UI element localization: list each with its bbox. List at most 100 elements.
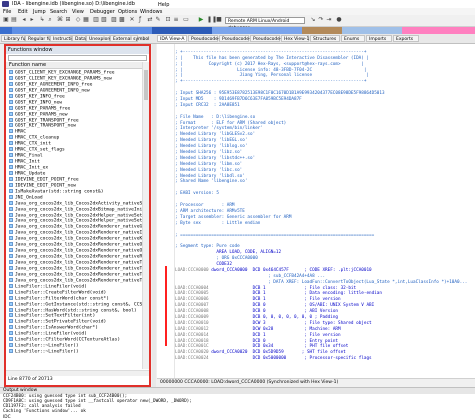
function-name: Java_org_cocos2dx_lib_Cocos2dxRenderer_n… — [15, 248, 142, 254]
menu-help[interactable]: Help — [158, 2, 169, 8]
function-icon — [9, 159, 13, 164]
functions-filter-input[interactable] — [8, 55, 147, 61]
line-text: ; Needed Library 'libc.so' — [175, 167, 243, 173]
breakpoint-icon[interactable]: ● — [336, 17, 342, 23]
function-name-column-header[interactable]: Function name — [6, 62, 142, 69]
tab-enums[interactable]: Enums — [341, 35, 365, 42]
nav-seg-data — [302, 27, 342, 34]
tab-exports[interactable]: Exports — [393, 35, 419, 42]
forward-icon[interactable]: ▸ — [29, 17, 35, 23]
functions-list[interactable]: GOST_CLIENT_KEY_EXCHANGE_PARAMS_free GOST… — [6, 70, 142, 370]
open-icon[interactable]: ▣ — [3, 17, 9, 23]
segments-icon[interactable]: ▭ — [183, 17, 189, 23]
line-text: ; +-------------------------------------… — [175, 49, 367, 55]
graph-icon[interactable]: ◇ — [75, 17, 81, 23]
function-icon — [9, 129, 13, 134]
disassembly-listing[interactable]: ; +-------------------------------------… — [175, 44, 471, 379]
line-text: DCW 3 ; File type: Shared object — [211, 320, 372, 326]
step-over-icon[interactable]: ↷ — [318, 17, 324, 23]
tab-imports[interactable]: Imports — [366, 35, 392, 42]
data-icon[interactable]: ▥ — [93, 17, 99, 23]
names-icon[interactable]: ≡ — [173, 17, 179, 23]
function-name: HMAC_CTX_init — [15, 141, 51, 147]
enum-icon[interactable]: ▩ — [119, 17, 125, 23]
tab-pseudocode-a[interactable]: Pseudocode-A — [219, 35, 254, 42]
xref-icon[interactable]: ⇄ — [147, 17, 153, 23]
binary-search-icon[interactable]: ⊞ — [65, 17, 71, 23]
undefine-icon[interactable]: ✕ — [129, 17, 135, 23]
nav-seg-regular-function — [12, 27, 152, 34]
function-name: HMAC_CTX_cleanup — [15, 135, 60, 141]
function-icon — [9, 188, 13, 193]
legend-external-symbol: External symbol — [110, 35, 149, 42]
step-into-icon[interactable]: ↘ — [310, 17, 316, 23]
line-text: ; | This file has been generated by The … — [175, 55, 370, 61]
string-icon[interactable]: ▧ — [101, 17, 107, 23]
function-name: Java_org_cocos2dx_lib_Cocos2dxRenderer_n… — [15, 266, 142, 272]
pause-process-icon[interactable]: ❚❚ — [207, 17, 217, 23]
tab-pseudocode-b[interactable]: Pseudocode-B — [188, 35, 223, 42]
function-name: LineFiler::IsAnswerWord(char*) — [15, 325, 98, 331]
navigation-band[interactable] — [0, 27, 475, 34]
line-text: ; Byte sex : Little endian — [175, 220, 261, 226]
function-list-item[interactable]: LineFiler::~LineFiler() — [6, 349, 142, 355]
function-icon[interactable]: ƒ — [137, 17, 143, 23]
line-address: LOAD:CCCA0006 — [175, 297, 209, 303]
line-text: DCD 0 ; Entry point — [211, 338, 338, 344]
tab-ida-view-a[interactable]: IDA View-A — [157, 35, 187, 42]
function-name: LineFiler::~LineFiler() — [15, 343, 79, 349]
function-icon — [9, 176, 13, 181]
line-text: ; ORG 0xCCCA0000 — [175, 256, 258, 262]
tab-structures[interactable]: Structures — [310, 35, 340, 42]
functions-horizontal-scrollbar[interactable] — [6, 370, 149, 376]
hex-icon[interactable]: ⊡ — [165, 17, 171, 23]
function-name: LineFiler::LineFiler(void) — [15, 331, 87, 337]
code-icon[interactable]: ▦ — [83, 17, 89, 23]
functions-scroll-thumb[interactable] — [144, 70, 148, 100]
line-text: ; File Name : D:\libengine.so — [175, 114, 256, 120]
line-text: ; | Copyright (c) 2017 Hex-Rays, <suppor… — [175, 61, 364, 67]
text-search-icon[interactable]: ⌘ — [57, 17, 63, 23]
function-name: LineFiler::CreateFilterWord(void) — [15, 290, 107, 296]
line-text: ; Processor : ARM — [175, 203, 235, 209]
functions-window: Functions window Function name GOST_CLIE… — [4, 44, 151, 387]
function-icon — [9, 254, 13, 259]
function-name: LineFiler::FilterWord(char const*) — [15, 296, 110, 302]
function-icon — [9, 87, 13, 92]
function-name: LineFiler::HasWord(std::string const&, b… — [15, 308, 137, 313]
function-name: GOST_KEY_PARAMS_new — [15, 112, 68, 118]
line-address: LOAD:CCCA0005 — [175, 291, 209, 297]
line-text: AREA LOAD, CODE, ALIGN=12 — [175, 250, 282, 256]
function-name: Java_org_cocos2dx_lib_Cocos2dxHelper_nat… — [15, 218, 142, 224]
function-name: GOST_KEY_TRANSPORT_new — [15, 123, 76, 129]
function-icon — [9, 218, 13, 223]
debugger-select[interactable]: Remote ARM Linux/Android debugger — [225, 17, 305, 31]
back-icon[interactable]: ◂ — [21, 17, 27, 23]
toolbar: ▣ ▤ ◂ ▸ ↳ ⌕ ⌘ ⊞ ◇ ▦ ▥ ▧ ▨ ▩ ✕ ƒ ⇄ ✎ ⊡ ≡ … — [0, 15, 475, 31]
search-icon[interactable]: ⌕ — [47, 17, 53, 23]
jump-icon[interactable]: ↳ — [39, 17, 45, 23]
comment-icon[interactable]: ✎ — [155, 17, 161, 23]
struct-icon[interactable]: ▨ — [111, 17, 117, 23]
line-address: LOAD:CCCA0024 — [175, 356, 209, 362]
function-name: Java_org_cocos2dx_lib_Cocos2dxBitmap_nat… — [15, 207, 142, 213]
tab-hex-view-1[interactable]: Hex View-1 — [281, 35, 309, 42]
save-icon[interactable]: ▤ — [11, 17, 17, 23]
line-text: ; Input SHA256 : 95E953E8782513E98C1F0C1… — [175, 91, 385, 97]
disassembly-line[interactable]: LOAD:CCCA0024 DCD 0x5000000 ; Processor-… — [175, 356, 471, 362]
splitter[interactable] — [152, 44, 156, 387]
ida-view-a: ; +-------------------------------------… — [157, 44, 475, 386]
function-name: Java_org_cocos2dx_lib_Cocos2dxHelper_nat… — [15, 213, 142, 218]
line-text: DCB 1 ; File version — [211, 297, 341, 303]
function-name: LineFiler::SetTextFilter(int) — [15, 313, 96, 319]
run-to-cursor-icon[interactable]: ⇥ — [326, 17, 332, 23]
function-icon — [9, 93, 13, 98]
line-text: ; +-------------------------------------… — [175, 79, 367, 85]
nav-seg-instruction — [212, 27, 302, 34]
function-name: IsMakeAvatar(std::string const&) — [15, 189, 104, 195]
tab-pseudocode-c[interactable]: Pseudocode-C — [250, 35, 285, 42]
functions-vertical-scrollbar[interactable] — [142, 62, 149, 369]
stop-process-icon[interactable]: ■ — [216, 17, 222, 23]
idc-button[interactable]: IDC — [3, 415, 11, 420]
start-process-icon[interactable]: ▶ — [198, 17, 204, 23]
